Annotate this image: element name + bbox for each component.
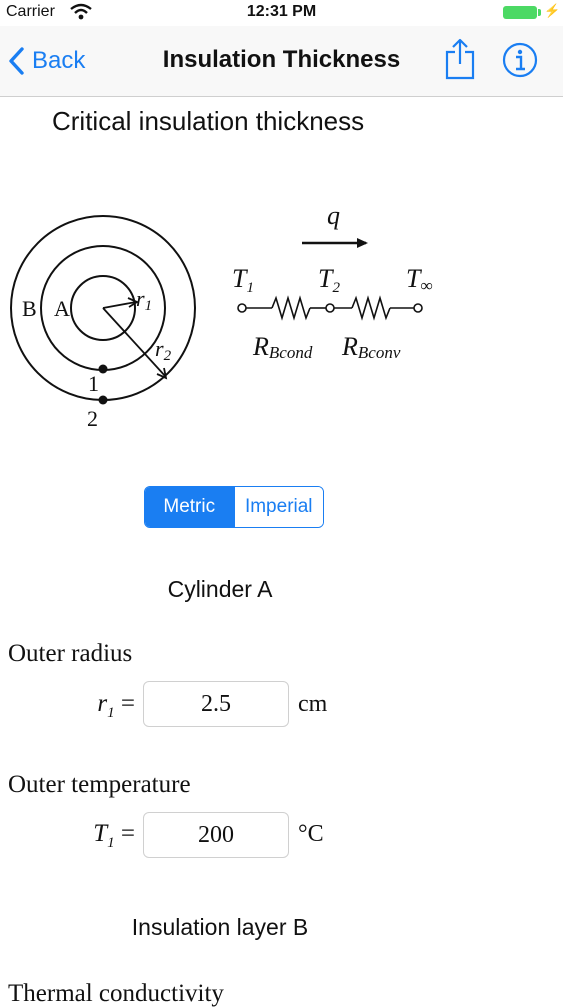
r2-subscript: 2 [164, 348, 172, 364]
r-cond-subscript: Bcond [269, 343, 313, 362]
r-conv-label: R [341, 332, 358, 361]
r-cond-label: R [252, 332, 269, 361]
layer-b-label: B [22, 296, 37, 321]
svg-text:T1: T1 [232, 264, 254, 296]
status-bar: Carrier 12:31 PM ⚡ [0, 0, 563, 26]
point-1-label: 1 [88, 371, 99, 396]
metric-segment[interactable]: Metric [145, 487, 234, 527]
svg-text:T2: T2 [318, 264, 340, 296]
outer-temperature-input[interactable] [143, 812, 289, 858]
navigation-bar: Back Insulation Thickness [0, 26, 563, 97]
insulation-diagram: B A r1 r2 1 2 q T1 T2 T∞ RBcond RBconv [10, 201, 433, 431]
charging-icon: ⚡ [544, 3, 561, 18]
svg-text:RBcond: RBcond [252, 332, 313, 362]
point-2-label: 2 [87, 406, 98, 431]
share-icon[interactable] [444, 38, 476, 80]
heat-flow-label: q [327, 201, 340, 230]
outer-radius-label: Outer radius [8, 640, 133, 667]
page-title: Insulation Thickness [162, 46, 401, 73]
resistor-network [237, 295, 423, 321]
outer-temperature-variable: T1 = [93, 820, 135, 851]
diagram-heading: Critical insulation thickness [52, 106, 365, 136]
r1-subscript: 1 [145, 298, 153, 314]
point-2-marker [98, 395, 108, 405]
outer-temperature-label: Outer temperature [8, 771, 191, 798]
units-segmented-control: Metric Imperial [144, 486, 324, 528]
point-1-marker [98, 364, 108, 374]
svg-text:T∞: T∞ [406, 264, 433, 295]
outer-radius-variable: r1 = [97, 690, 135, 721]
svg-text:r2: r2 [155, 336, 172, 364]
r-conv-subscript: Bconv [358, 343, 401, 362]
svg-text:RBconv: RBconv [341, 332, 401, 362]
info-icon[interactable] [502, 42, 538, 78]
battery-tip [538, 9, 541, 16]
insulation-layer-b-title: Insulation layer B [131, 914, 309, 940]
imperial-segment[interactable]: Imperial [233, 487, 323, 527]
outer-temperature-unit: °C [298, 821, 324, 847]
outer-radius-unit: cm [298, 691, 328, 717]
thermal-conductivity-label: Thermal conductivity [8, 980, 224, 1007]
battery-icon [503, 6, 537, 19]
t2-subscript: 2 [332, 280, 340, 296]
outer-radius-input[interactable] [143, 681, 289, 727]
cylinder-a-title: Cylinder A [167, 576, 273, 602]
svg-text:r1: r1 [136, 286, 152, 314]
status-time: 12:31 PM [246, 3, 317, 20]
layer-a-label: A [54, 296, 70, 321]
t1-subscript: 1 [246, 280, 254, 296]
tinf-subscript: ∞ [420, 276, 432, 295]
